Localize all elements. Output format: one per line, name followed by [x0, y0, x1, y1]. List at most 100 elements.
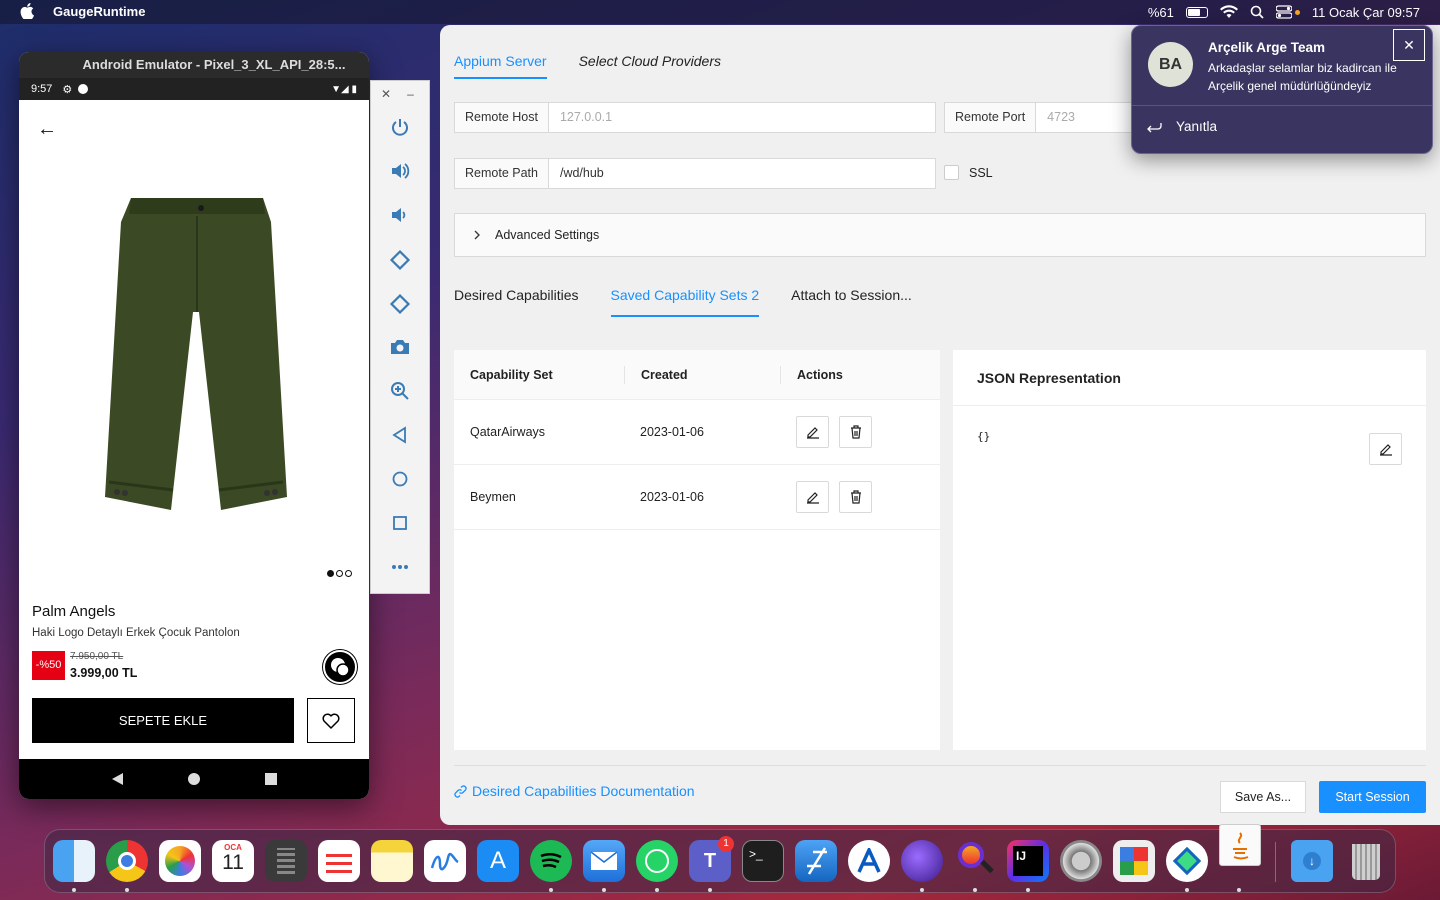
notification-banner[interactable]: BA Arçelik Arge Team Arkadaşlar selamlar…: [1131, 25, 1433, 154]
power-icon[interactable]: [371, 117, 429, 137]
chrome-icon[interactable]: [106, 840, 148, 882]
java-icon[interactable]: [1219, 824, 1261, 866]
product-description: Haki Logo Detaylı Erkek Çocuk Pantolon: [32, 627, 240, 639]
volume-down-icon[interactable]: [371, 205, 429, 225]
remote-port-input[interactable]: 4723: [1036, 103, 1086, 132]
more-icon[interactable]: [371, 557, 429, 577]
remote-path-field: Remote Path /wd/hub: [454, 158, 936, 189]
edit-button[interactable]: [796, 481, 829, 513]
link-icon: [454, 784, 467, 798]
calculator-icon[interactable]: [265, 840, 307, 882]
android-status-bar: 9:57 ⚙ ▼◢ ▮: [19, 78, 369, 100]
nav-overview-icon[interactable]: [264, 773, 277, 785]
calendar-icon[interactable]: OCA 11: [212, 840, 254, 882]
android-studio-icon[interactable]: [1166, 840, 1208, 882]
image-pagination-dots[interactable]: [327, 570, 352, 577]
tab-saved-capability-sets[interactable]: Saved Capability Sets 2: [610, 287, 760, 317]
capability-sets-table: Capability Set Created Actions QatarAirw…: [454, 350, 940, 750]
system-settings-icon[interactable]: [1060, 840, 1102, 882]
apple-icon[interactable]: [20, 3, 34, 19]
azure-data-studio-icon[interactable]: [848, 840, 890, 882]
column-header-capability-set: Capability Set: [470, 367, 553, 382]
whatsapp-icon[interactable]: [636, 840, 678, 882]
back-icon[interactable]: [371, 425, 429, 445]
remote-port-field: Remote Port 4723: [944, 102, 1144, 133]
spotify-icon[interactable]: [530, 840, 572, 882]
launchpad-icon[interactable]: [1113, 840, 1155, 882]
product-brand: Palm Angels: [32, 603, 116, 620]
dock-separator: [1275, 842, 1276, 882]
json-edit-button[interactable]: [1369, 433, 1402, 465]
save-as-button[interactable]: Save As...: [1220, 781, 1306, 813]
edit-button[interactable]: [796, 416, 829, 448]
remote-path-input[interactable]: /wd/hub: [549, 159, 615, 188]
reply-label: Yanıtla: [1176, 119, 1218, 134]
product-image[interactable]: [91, 192, 301, 522]
tab-appium-server[interactable]: Appium Server: [454, 53, 547, 79]
volume-up-icon[interactable]: [371, 161, 429, 181]
app-store-icon[interactable]: A: [477, 840, 519, 882]
tab-cloud-providers[interactable]: Select Cloud Providers: [579, 53, 721, 79]
nav-back-icon[interactable]: [111, 773, 123, 785]
back-arrow-icon[interactable]: ←: [37, 118, 57, 141]
reply-button[interactable]: Yanıtla: [1146, 119, 1217, 134]
notes-icon[interactable]: [371, 840, 413, 882]
home-icon[interactable]: [371, 469, 429, 489]
start-session-button[interactable]: Start Session: [1319, 781, 1426, 813]
close-notification-button[interactable]: ✕: [1393, 29, 1425, 61]
zoom-icon[interactable]: [371, 381, 429, 401]
column-header-actions: Actions: [780, 365, 940, 384]
overview-icon[interactable]: [371, 513, 429, 533]
battery-icon[interactable]: [1185, 6, 1208, 18]
android-status-time: 9:57: [31, 83, 53, 95]
reminders-icon[interactable]: [318, 840, 360, 882]
notification-divider: [1132, 105, 1432, 106]
remote-host-input[interactable]: 127.0.0.1: [549, 103, 623, 132]
mail-icon[interactable]: [583, 840, 625, 882]
rotate-left-icon[interactable]: [371, 249, 429, 271]
spotlight-search-icon[interactable]: [1250, 5, 1264, 19]
control-center-icon[interactable]: [1275, 5, 1300, 19]
downloads-folder-icon[interactable]: ↓: [1291, 840, 1333, 882]
remote-host-label: Remote Host: [455, 103, 549, 132]
intellij-icon[interactable]: IJ: [1007, 840, 1049, 882]
docs-link[interactable]: Desired Capabilities Documentation: [454, 783, 695, 799]
finder-icon[interactable]: [53, 840, 95, 882]
wifi-icon[interactable]: [1219, 5, 1238, 19]
capability-set-created: 2023-01-06: [640, 490, 704, 504]
orbit-app-icon[interactable]: [901, 840, 943, 882]
clock[interactable]: 11 Ocak Çar 09:57: [1312, 5, 1420, 20]
reply-arrow-icon: [1147, 122, 1162, 132]
rotate-right-icon[interactable]: [371, 293, 429, 315]
favorite-button[interactable]: [307, 698, 355, 743]
camera-icon[interactable]: [371, 337, 429, 357]
active-app-name[interactable]: GaugeRuntime: [53, 4, 145, 19]
xcode-icon[interactable]: [795, 840, 837, 882]
chat-icon: [331, 658, 350, 677]
trash-icon[interactable]: [1344, 840, 1386, 882]
footer-divider: [454, 765, 1426, 766]
table-row[interactable]: QatarAirways 2023-01-06: [454, 400, 940, 465]
advanced-settings-collapse[interactable]: Advanced Settings: [454, 213, 1426, 257]
delete-button[interactable]: [839, 416, 872, 448]
minimize-icon[interactable]: –: [407, 87, 414, 101]
menu-bar: GaugeRuntime %61 11 Ocak Çar 09:57: [0, 0, 1440, 24]
appium-inspector-icon[interactable]: [954, 840, 996, 882]
add-to-cart-button[interactable]: SEPETE EKLE: [32, 698, 294, 743]
close-icon[interactable]: ✕: [381, 87, 391, 101]
table-row[interactable]: Beymen 2023-01-06: [454, 465, 940, 530]
delete-button[interactable]: [839, 481, 872, 513]
ssl-checkbox[interactable]: [944, 165, 959, 180]
capability-set-created: 2023-01-06: [640, 425, 704, 439]
photos-icon[interactable]: [159, 840, 201, 882]
ssl-option: SSL: [944, 165, 993, 180]
terminal-icon[interactable]: >_: [742, 840, 784, 882]
freeform-icon[interactable]: [424, 840, 466, 882]
chat-bubble-button[interactable]: [323, 650, 357, 684]
trash-icon: [850, 490, 861, 504]
close-icon: ✕: [1403, 37, 1415, 53]
tab-desired-capabilities[interactable]: Desired Capabilities: [454, 287, 579, 317]
nav-home-icon[interactable]: [187, 773, 200, 785]
tab-attach-to-session[interactable]: Attach to Session...: [791, 287, 912, 317]
row-actions: [780, 416, 940, 448]
